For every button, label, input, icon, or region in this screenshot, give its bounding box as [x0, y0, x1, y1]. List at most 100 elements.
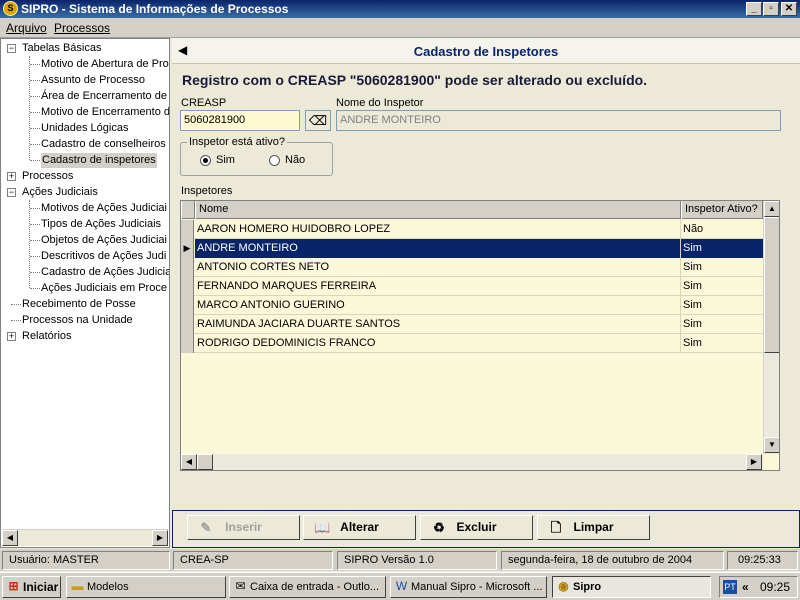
cell-nome[interactable]: ANDRE MONTEIRO [195, 239, 681, 258]
tree-item-cadastro-conselheiros[interactable]: Cadastro de conselheiros [41, 137, 166, 152]
collapse-icon[interactable]: − [7, 44, 16, 53]
table-row[interactable]: FERNANDO MARQUES FERREIRA Sim [181, 277, 763, 296]
row-indicator[interactable] [181, 296, 194, 315]
radio-sim[interactable] [200, 155, 211, 166]
tree-item-motivo-abertura[interactable]: Motivo de Abertura de Pro [41, 57, 169, 72]
tree-node-processos-unidade[interactable]: Processos na Unidade [22, 313, 133, 328]
excluir-button[interactable]: ♻ Excluir [420, 515, 533, 540]
cell-ativo[interactable]: Sim [681, 258, 763, 277]
table-row[interactable]: ANTONIO CORTES NETO Sim [181, 258, 763, 277]
grid-horizontal-scrollbar[interactable]: ◀ ▶ [181, 454, 763, 470]
cell-ativo[interactable]: Sim [681, 334, 763, 353]
limpar-button[interactable]: 🗋 Limpar [537, 515, 650, 540]
maximize-button[interactable]: ▫ [763, 2, 779, 16]
cell-ativo[interactable]: Não [681, 220, 763, 239]
tray-expand-icon[interactable]: « [742, 580, 749, 594]
recycle-bin-icon: ♻ [433, 520, 445, 535]
scroll-left-icon[interactable]: ◀ [2, 530, 18, 546]
tree-item-acoes-em-processo[interactable]: Ações Judiciais em Proce [41, 281, 167, 296]
tree-item-motivos-acoes[interactable]: Motivos de Ações Judiciai [41, 201, 167, 216]
scroll-up-icon[interactable]: ▲ [764, 201, 779, 217]
task-sipro[interactable]: ◉ Sipro [552, 576, 711, 598]
scroll-right-icon[interactable]: ▶ [746, 454, 762, 470]
cell-nome[interactable]: MARCO ANTONIO GUERINO [195, 296, 681, 315]
collapse-icon[interactable]: − [7, 188, 16, 197]
menu-bar: Arquivo Processos [0, 18, 800, 38]
inserir-button[interactable]: ✎ Inserir [187, 515, 300, 540]
table-row[interactable]: ▶ ANDRE MONTEIRO Sim [181, 239, 763, 258]
row-indicator[interactable]: ▶ [181, 239, 194, 258]
radio-nao[interactable] [269, 155, 280, 166]
expand-icon[interactable]: + [7, 172, 16, 181]
book-icon: 📖 [314, 520, 331, 535]
expand-icon[interactable]: + [7, 332, 16, 341]
tree-item-tipos-acoes[interactable]: Tipos de Ações Judiciais [41, 217, 161, 232]
tree-node-processos[interactable]: Processos [22, 169, 73, 184]
tree-item-unidades-logicas[interactable]: Unidades Lógicas [41, 121, 128, 136]
table-row[interactable]: MARCO ANTONIO GUERINO Sim [181, 296, 763, 315]
window-title-bar[interactable]: S SIPRO - Sistema de Informações de Proc… [0, 0, 800, 18]
lookup-button[interactable]: ⌫ [305, 110, 331, 131]
alterar-button[interactable]: 📖 Alterar [303, 515, 416, 540]
tree-item-assunto-processo[interactable]: Assunto de Processo [41, 73, 145, 88]
row-indicator[interactable] [181, 277, 194, 296]
tree-item-objetos-acoes[interactable]: Objetos de Ações Judiciai [41, 233, 167, 248]
row-indicator[interactable] [181, 315, 194, 334]
cell-ativo[interactable]: Sim [681, 315, 763, 334]
row-indicator[interactable] [181, 258, 194, 277]
task-modelos[interactable]: ▬ Modelos [66, 576, 226, 598]
close-button[interactable]: ✕ [781, 2, 797, 16]
task-word[interactable]: W Manual Sipro - Microsoft ... [390, 576, 547, 598]
tree-item-motivo-encerramento[interactable]: Motivo de Encerramento d [41, 105, 169, 120]
tree-item-cadastro-inspetores[interactable]: Cadastro de inspetores [41, 153, 157, 168]
tree-node-recebimento-posse[interactable]: Recebimento de Posse [22, 297, 136, 312]
word-document-icon: W [395, 579, 408, 593]
row-indicator[interactable] [181, 334, 194, 353]
start-button[interactable]: ⊞ Iniciar [2, 576, 61, 598]
task-outlook[interactable]: ✉ Caixa de entrada - Outlo... [229, 576, 386, 598]
inspectors-grid[interactable]: Nome Inspetor Ativo? AARON HOMERO HUIDOB… [180, 200, 780, 471]
inspector-name-field[interactable]: ANDRE MONTEIRO [336, 110, 781, 131]
menu-arquivo[interactable]: Arquivo [6, 21, 47, 35]
scroll-right-icon[interactable]: ▶ [152, 530, 168, 546]
sipro-logo-icon: ◉ [558, 579, 569, 593]
radio-sim-label[interactable]: Sim [216, 154, 235, 166]
inspector-name-label: Nome do Inspetor [336, 97, 424, 109]
tree-item-descritivos-acoes[interactable]: Descritivos de Ações Judi [41, 249, 166, 264]
table-row[interactable]: AARON HOMERO HUIDOBRO LOPEZ Não [181, 220, 763, 239]
cell-nome[interactable]: RAIMUNDA JACIARA DUARTE SANTOS [195, 315, 681, 334]
tree-horizontal-scrollbar[interactable]: ◀ ▶ [2, 529, 168, 546]
tree-node-relatorios[interactable]: Relatórios [22, 329, 72, 344]
tree-item-area-encerramento[interactable]: Área de Encerramento de [41, 89, 167, 104]
scroll-left-icon[interactable]: ◀ [181, 454, 197, 470]
cell-nome[interactable]: ANTONIO CORTES NETO [195, 258, 681, 277]
creasp-field[interactable]: 5060281900 [180, 110, 300, 131]
tree-item-cadastro-acoes[interactable]: Cadastro de Ações Judicia [41, 265, 169, 280]
system-tray: PT « 09:25 [719, 576, 798, 598]
column-header-ativo[interactable]: Inspetor Ativo? [681, 201, 763, 219]
minimize-button[interactable]: _ [746, 2, 762, 16]
cell-nome[interactable]: FERNANDO MARQUES FERREIRA [195, 277, 681, 296]
cell-ativo[interactable]: Sim [681, 239, 763, 258]
active-radio-group: Inspetor está ativo? Sim Não [180, 136, 333, 176]
tree-node-tabelas-basicas[interactable]: Tabelas Básicas [22, 41, 102, 56]
menu-processos[interactable]: Processos [54, 21, 110, 35]
scroll-thumb[interactable] [197, 454, 213, 470]
row-indicator[interactable] [181, 220, 194, 239]
status-user: Usuário: MASTER [2, 551, 170, 570]
cell-ativo[interactable]: Sim [681, 296, 763, 315]
grid-vertical-scrollbar[interactable]: ▲ ▼ [763, 201, 779, 454]
language-indicator[interactable]: PT [723, 580, 737, 594]
scroll-down-icon[interactable]: ▼ [764, 437, 779, 453]
tree-node-acoes-judiciais[interactable]: Ações Judiciais [22, 185, 98, 200]
scroll-thumb[interactable] [764, 217, 779, 353]
cell-nome[interactable]: RODRIGO DEDOMINICIS FRANCO [195, 334, 681, 353]
radio-nao-label[interactable]: Não [285, 154, 305, 166]
cell-ativo[interactable]: Sim [681, 277, 763, 296]
column-header-nome[interactable]: Nome [195, 201, 681, 219]
table-row[interactable]: RODRIGO DEDOMINICIS FRANCO Sim [181, 334, 763, 353]
table-row[interactable]: RAIMUNDA JACIARA DUARTE SANTOS Sim [181, 315, 763, 334]
cell-nome[interactable]: AARON HOMERO HUIDOBRO LOPEZ [195, 220, 681, 239]
eraser-icon: ⌫ [308, 113, 328, 128]
main-panel: ◀ Cadastro de Inspetores Registro com o … [172, 38, 800, 548]
